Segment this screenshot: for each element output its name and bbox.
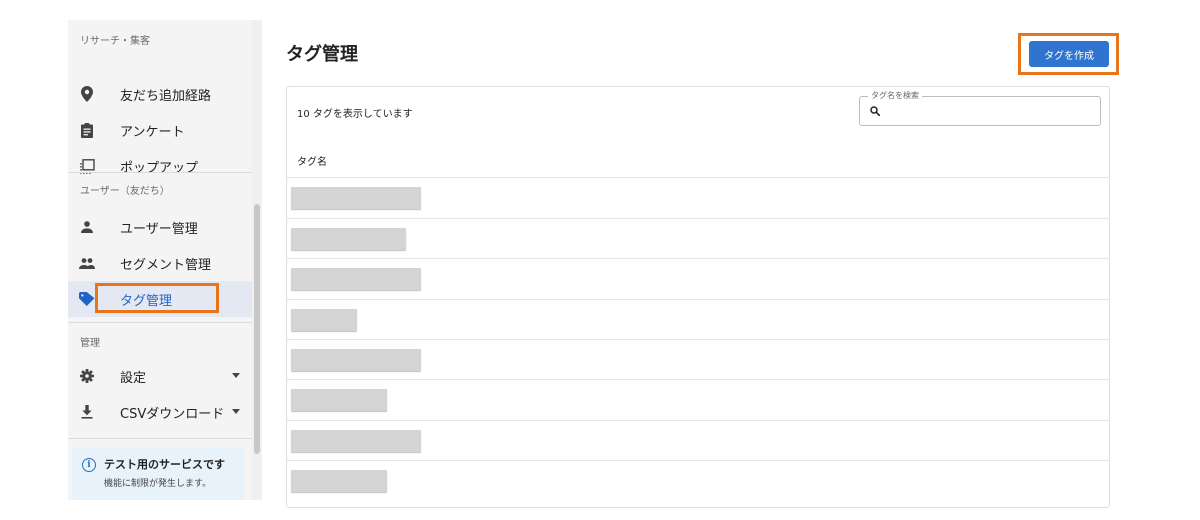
search-label: タグ名を検索: [868, 90, 922, 101]
sidebar-item-label: 設定: [120, 370, 147, 386]
sidebar-divider: [68, 438, 252, 439]
sidebar-item-tag-management[interactable]: タグ管理: [68, 281, 252, 317]
sidebar-item-segment-management[interactable]: セグメント管理: [68, 245, 252, 281]
page-title: タグ管理: [286, 44, 358, 65]
info-icon: i: [82, 458, 96, 472]
sidebar-item-settings[interactable]: 設定: [68, 358, 252, 394]
sidebar-item-user-management[interactable]: ユーザー管理: [68, 209, 252, 245]
chevron-down-icon: [232, 373, 240, 378]
table-row[interactable]: [287, 299, 1109, 340]
download-icon: [78, 403, 96, 421]
tag-name-placeholder: [291, 309, 357, 331]
table-row[interactable]: [287, 460, 1109, 501]
gear-icon: [78, 367, 96, 385]
table-row[interactable]: [287, 258, 1109, 299]
sidebar-divider: [68, 322, 252, 323]
table-row[interactable]: [287, 177, 1109, 218]
section-label-research: リサーチ・集客: [80, 36, 150, 47]
tag-count-text: 10 タグを表示しています: [297, 109, 413, 120]
table-row[interactable]: [287, 379, 1109, 420]
tag-icon: [78, 290, 96, 308]
sidebar-item-friend-route[interactable]: 友だち追加経路: [68, 76, 252, 112]
sidebar-item-label: CSVダウンロード: [120, 406, 225, 422]
sidebar-item-label: タグ管理: [120, 293, 173, 309]
tag-search-field[interactable]: タグ名を検索: [859, 90, 1101, 126]
sidebar: リサーチ・集客 友だち追加経路 アンケート ポップアップ ユーザー（友だち） ユ…: [68, 20, 252, 500]
create-tag-button[interactable]: タグを作成: [1029, 41, 1109, 67]
tag-name-placeholder: [291, 228, 406, 250]
tag-name-placeholder: [291, 389, 387, 411]
sidebar-item-survey[interactable]: アンケート: [68, 112, 252, 148]
notice-subtitle: 機能に制限が発生します。: [104, 479, 212, 489]
sidebar-item-label: ユーザー管理: [120, 221, 198, 237]
notice-title: テスト用のサービスです: [104, 458, 225, 471]
sidebar-item-popup[interactable]: ポップアップ: [68, 148, 252, 184]
search-icon: [870, 106, 880, 116]
sidebar-item-csv-download[interactable]: CSVダウンロード: [68, 394, 252, 430]
clipboard-icon: [78, 121, 96, 139]
group-icon: [78, 254, 96, 272]
section-label-users: ユーザー（友だち）: [80, 186, 170, 197]
person-icon: [78, 218, 96, 236]
sidebar-item-label: セグメント管理: [120, 257, 212, 273]
column-header-tag-name: タグ名: [297, 157, 327, 168]
tag-name-placeholder: [291, 187, 421, 209]
sidebar-item-label: アンケート: [120, 124, 185, 140]
tag-name-placeholder: [291, 268, 421, 290]
tag-name-placeholder: [291, 470, 387, 492]
section-label-admin: 管理: [80, 338, 100, 349]
sidebar-divider: [68, 172, 252, 173]
table-row[interactable]: [287, 420, 1109, 461]
test-service-notice: i テスト用のサービスです 機能に制限が発生します。: [72, 448, 244, 500]
search-input[interactable]: [886, 103, 1090, 121]
sidebar-scrollbar[interactable]: [252, 20, 262, 500]
sidebar-scroll-thumb[interactable]: [254, 204, 260, 454]
sidebar-item-label: 友だち追加経路: [120, 88, 212, 104]
tag-name-placeholder: [291, 430, 421, 452]
tag-list-card: 10 タグを表示しています タグ名を検索 タグ名: [286, 86, 1110, 508]
table-row[interactable]: [287, 218, 1109, 259]
table-row[interactable]: [287, 339, 1109, 380]
location-pin-icon: [78, 85, 96, 103]
tag-name-placeholder: [291, 349, 421, 371]
chevron-down-icon: [232, 409, 240, 414]
